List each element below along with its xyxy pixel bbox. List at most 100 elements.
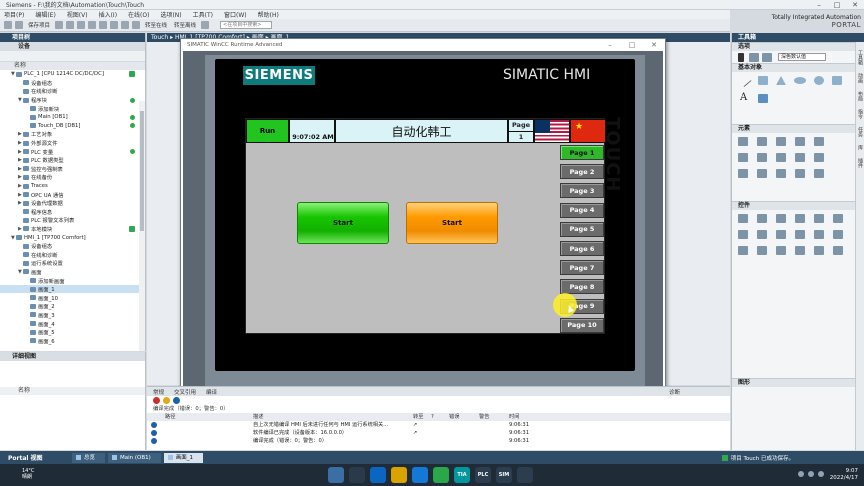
go-offline-button[interactable]: 转至离线	[172, 21, 198, 30]
menu-item-3[interactable]: 插入(I)	[99, 10, 117, 19]
graphics-section[interactable]: 图形	[732, 378, 864, 387]
element-icon-5[interactable]	[738, 153, 748, 162]
page-button-4[interactable]: Page 4	[560, 202, 604, 218]
line-tool-icon[interactable]	[738, 73, 752, 88]
polygon-tool-icon[interactable]	[776, 76, 786, 85]
control-icon-9[interactable]	[795, 230, 805, 239]
element-icon-0[interactable]	[738, 137, 748, 146]
menu-item-7[interactable]: 窗口(W)	[224, 10, 247, 19]
editor-tab-1[interactable]: Main (OB1)	[108, 452, 161, 463]
tree-item[interactable]: ▶ 外部源文件	[0, 139, 145, 148]
style-select[interactable]: 深色数认值	[778, 53, 826, 61]
pointer-icon[interactable]	[738, 53, 744, 62]
control-icon-14[interactable]	[776, 246, 786, 255]
element-icon-4[interactable]	[814, 137, 824, 146]
side-tab-6[interactable]: 插件	[857, 158, 864, 168]
layout-icon[interactable]	[762, 53, 772, 62]
element-icon-12[interactable]	[776, 169, 786, 178]
start-simulation-icon[interactable]	[132, 21, 141, 29]
new-project-icon[interactable]	[4, 21, 12, 29]
redo-icon[interactable]	[99, 21, 108, 29]
tree-item[interactable]: 添加新块	[0, 104, 145, 113]
taskbar-app-icon-3[interactable]	[391, 467, 407, 483]
control-icon-11[interactable]	[833, 230, 843, 239]
page-button-3[interactable]: Page 3	[560, 183, 604, 199]
tree-item[interactable]: 画面_5	[0, 328, 145, 337]
menu-item-2[interactable]: 视图(V)	[67, 10, 88, 19]
tree-item[interactable]: 设备组态	[0, 242, 145, 251]
taskbar-app-icon-6[interactable]: TIA	[454, 467, 470, 483]
taskbar-app-icon-4[interactable]	[412, 467, 428, 483]
inspector-tab-0[interactable]: 常规	[153, 388, 164, 396]
control-icon-1[interactable]	[757, 214, 767, 223]
portal-view-button[interactable]: Portal 视图	[0, 453, 72, 462]
undo-icon[interactable]	[88, 21, 97, 29]
taskbar-app-icon-7[interactable]: PLC	[475, 467, 491, 483]
tree-item[interactable]: Main [OB1]	[0, 113, 145, 122]
control-icon-4[interactable]	[814, 214, 824, 223]
taskbar-app-icon-2[interactable]	[370, 467, 386, 483]
element-icon-2[interactable]	[776, 137, 786, 146]
control-icon-7[interactable]	[757, 230, 767, 239]
tree-item[interactable]: 在线和诊断	[0, 250, 145, 259]
start-button-orange[interactable]: Start	[406, 202, 498, 244]
control-icon-3[interactable]	[795, 214, 805, 223]
tree-item[interactable]: 画面_1	[0, 284, 145, 294]
weather-widget[interactable]: 14°C 晴朗	[22, 468, 34, 480]
close-icon[interactable]: ✕	[846, 1, 864, 9]
tree-item[interactable]: ▶ PLC 变量	[0, 147, 145, 156]
runtime-maximize-icon[interactable]: □	[621, 41, 643, 49]
page-button-10[interactable]: Page 10	[560, 317, 604, 333]
element-icon-10[interactable]	[738, 169, 748, 178]
project-tree-scrollbar[interactable]	[139, 101, 145, 351]
element-icon-7[interactable]	[776, 153, 786, 162]
compile-icon[interactable]	[110, 21, 119, 29]
menu-item-1[interactable]: 编辑(E)	[35, 10, 55, 19]
tree-item[interactable]: 运行系统设置	[0, 259, 145, 268]
tree-item[interactable]: 程序信息	[0, 208, 145, 217]
paste-icon[interactable]	[77, 21, 86, 29]
control-icon-16[interactable]	[814, 246, 824, 255]
control-icon-15[interactable]	[795, 246, 805, 255]
cut-icon[interactable]	[55, 21, 64, 29]
english-flag-button[interactable]	[534, 119, 570, 143]
side-tab-5[interactable]: 库	[857, 145, 864, 150]
tree-item[interactable]: 设备组态	[0, 79, 145, 88]
message-row[interactable]: 编译完成（错误：0；警告：0） 9:06:31	[147, 437, 730, 445]
tree-item[interactable]: Touch_DB [DB1]	[0, 122, 145, 131]
page-button-6[interactable]: Page 6	[560, 241, 604, 256]
devices-tab[interactable]: 设备	[0, 42, 145, 51]
page-button-5[interactable]: Page 5	[560, 221, 604, 237]
start-button-green[interactable]: Start	[297, 202, 389, 244]
go-online-button[interactable]: 转至在线	[143, 21, 169, 30]
message-row[interactable]: 软件编译已完成（设备版本：16.0.0.0） ↗ 9:06:31	[147, 429, 730, 437]
control-icon-10[interactable]	[814, 230, 824, 239]
save-project-button[interactable]: 保存项目	[26, 21, 52, 30]
tree-item[interactable]: ▶ 工艺对象	[0, 130, 145, 139]
zoom-icon[interactable]	[749, 53, 759, 62]
side-tab-2[interactable]: 布局	[857, 91, 864, 101]
basic-objects-section[interactable]: 基本对象	[732, 63, 864, 72]
tree-item[interactable]: ▶ 在线备份	[0, 173, 145, 182]
element-icon-11[interactable]	[757, 169, 767, 178]
inspector-tab-1[interactable]: 交叉引用	[174, 388, 196, 396]
menu-item-8[interactable]: 帮助(H)	[258, 10, 279, 19]
error-filter-icon[interactable]	[153, 397, 160, 404]
polyline-tool-icon[interactable]	[758, 76, 768, 85]
menu-item-0[interactable]: 项目(P)	[4, 10, 24, 19]
tree-item[interactable]: 在线和诊断	[0, 87, 145, 96]
element-icon-3[interactable]	[795, 137, 805, 146]
tree-item[interactable]: ▼ PLC_1 [CPU 1214C DC/DC/DC]	[0, 70, 145, 79]
element-icon-6[interactable]	[757, 153, 767, 162]
diagnostics-tab[interactable]: 诊断	[669, 388, 680, 396]
tree-item[interactable]: ▶ 设备代理数据	[0, 199, 145, 208]
control-icon-2[interactable]	[776, 214, 786, 223]
maximize-icon[interactable]: □	[828, 1, 846, 9]
tree-item[interactable]: 画面_2	[0, 302, 145, 311]
menu-item-6[interactable]: 工具(T)	[193, 10, 213, 19]
tree-item[interactable]: PLC 报警文本列表	[0, 216, 145, 225]
element-icon-8[interactable]	[795, 153, 805, 162]
tree-item[interactable]: ▼ 程序块	[0, 96, 145, 105]
control-icon-5[interactable]	[833, 214, 843, 223]
element-icon-9[interactable]	[814, 153, 824, 162]
